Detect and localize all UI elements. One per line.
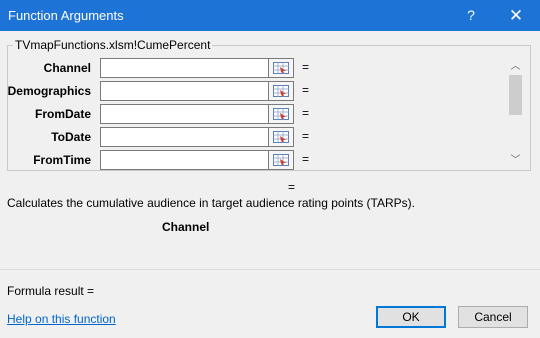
argument-result: = — [302, 83, 310, 97]
function-name-label: TVmapFunctions.xlsm!CumePercent — [13, 38, 213, 52]
argument-description-name: Channel — [162, 220, 210, 234]
range-select-icon — [273, 85, 289, 97]
argument-input[interactable] — [100, 150, 270, 170]
range-select-icon — [273, 154, 289, 166]
scroll-down-arrow-icon[interactable]: ﹀ — [508, 154, 523, 168]
cancel-button[interactable]: Cancel — [458, 306, 528, 328]
argument-label: ToDate — [51, 130, 91, 144]
argument-row: FromDate = — [0, 104, 500, 124]
argument-result: = — [302, 129, 310, 143]
range-select-icon — [273, 108, 289, 120]
collapse-dialog-button[interactable] — [268, 104, 294, 124]
argument-row: FromTime = — [0, 150, 500, 170]
arguments-scrollbar[interactable]: ︿ ﹀ — [508, 58, 523, 168]
argument-label: Demographics — [7, 84, 91, 98]
collapse-dialog-button[interactable] — [268, 58, 294, 78]
function-result-equals: = — [288, 180, 296, 194]
collapse-dialog-button[interactable] — [268, 81, 294, 101]
divider — [0, 269, 540, 270]
collapse-dialog-button[interactable] — [268, 150, 294, 170]
argument-row: ToDate = — [0, 127, 500, 147]
ok-button[interactable]: OK — [376, 306, 446, 328]
close-button[interactable]: ✕ — [500, 0, 532, 31]
dialog-title: Function Arguments — [8, 8, 124, 23]
range-select-icon — [273, 62, 289, 74]
argument-row: Demographics = — [0, 81, 500, 101]
collapse-dialog-button[interactable] — [268, 127, 294, 147]
scroll-up-arrow-icon[interactable]: ︿ — [508, 60, 523, 74]
scrollbar-thumb[interactable] — [509, 75, 522, 115]
argument-row: Channel = — [0, 58, 500, 78]
argument-input[interactable] — [100, 104, 270, 124]
argument-input[interactable] — [100, 81, 270, 101]
function-description: Calculates the cumulative audience in ta… — [7, 196, 415, 210]
argument-result: = — [302, 152, 310, 166]
argument-label: Channel — [43, 61, 91, 75]
argument-label: FromTime — [33, 153, 91, 167]
argument-input[interactable] — [100, 58, 270, 78]
help-button[interactable]: ? — [456, 0, 486, 31]
argument-label: FromDate — [34, 107, 91, 121]
title-bar: Function Arguments ? ✕ — [0, 0, 540, 31]
argument-result: = — [302, 60, 310, 74]
help-on-function-link[interactable]: Help on this function — [7, 312, 116, 326]
range-select-icon — [273, 131, 289, 143]
argument-input[interactable] — [100, 127, 270, 147]
formula-result: Formula result = — [7, 284, 95, 298]
argument-result: = — [302, 106, 310, 120]
